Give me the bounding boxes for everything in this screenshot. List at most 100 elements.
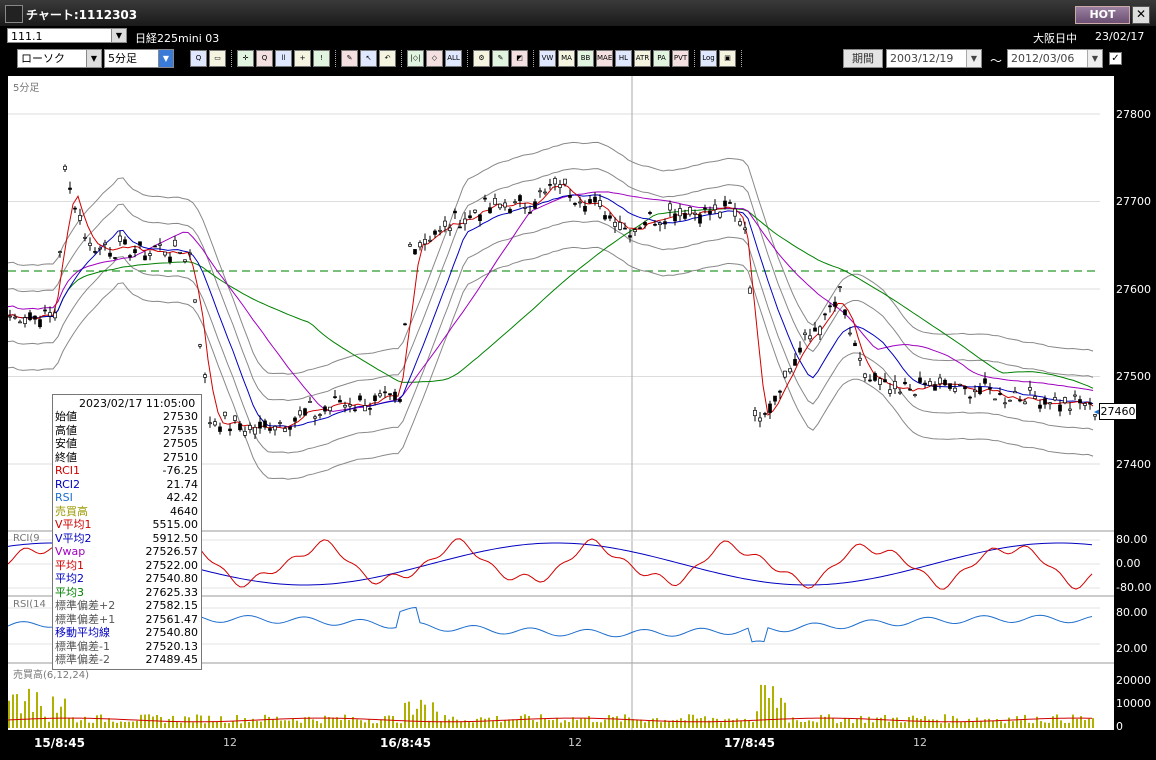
- volume-bar: [224, 722, 226, 728]
- date-to-field[interactable]: 2012/03/06 ▼: [1007, 49, 1103, 68]
- volume-bar: [24, 701, 26, 728]
- scale-out-icon[interactable]: ◇: [426, 50, 443, 67]
- interval-select[interactable]: 5分足 ▼: [104, 49, 174, 68]
- chevron-down-icon[interactable]: ▼: [966, 50, 981, 67]
- volume-bar: [636, 720, 638, 728]
- volume-bar: [772, 686, 774, 728]
- chart-q-icon[interactable]: Q: [256, 50, 273, 67]
- chevron-down-icon[interactable]: ▼: [86, 50, 101, 67]
- volume-bar: [1072, 714, 1074, 728]
- candle-body: [318, 414, 322, 416]
- candle-body: [38, 319, 42, 328]
- data-window-key: Vwap: [55, 545, 86, 558]
- hot-button[interactable]: HOT: [1075, 6, 1130, 24]
- candle-body: [218, 426, 222, 432]
- volume-bar: [980, 720, 982, 728]
- candle-body: [1018, 399, 1022, 402]
- window-icon[interactable]: ▭: [209, 50, 226, 67]
- chart-type-value: ローソク: [21, 52, 65, 65]
- data-window-key: 安値: [55, 437, 77, 450]
- date-from-value: 2003/12/19: [890, 52, 954, 65]
- volume-bar: [448, 719, 450, 728]
- volume-bar: [452, 716, 454, 728]
- undo-icon[interactable]: ↶: [379, 50, 396, 67]
- candle-body: [128, 255, 132, 258]
- data-window-row: 標準偏差-1 27520.13: [53, 640, 201, 653]
- range-checkbox[interactable]: ✓: [1109, 52, 1122, 65]
- indicator-atr-icon[interactable]: ATR: [634, 50, 651, 67]
- crosshair-icon[interactable]: ✛: [237, 50, 254, 67]
- volume-bar: [624, 714, 626, 728]
- chart-split-icon[interactable]: +: [294, 50, 311, 67]
- date-from-field[interactable]: 2003/12/19 ▼: [886, 49, 982, 68]
- volume-bar: [244, 718, 246, 728]
- arrow-cursor-icon[interactable]: ↖: [360, 50, 377, 67]
- data-window-key: 売買高: [55, 504, 88, 518]
- volume-bar: [12, 694, 14, 728]
- candle-body: [98, 247, 102, 250]
- volume-bar: [20, 713, 22, 728]
- chevron-down-icon[interactable]: ▼: [158, 50, 173, 67]
- data-window-key: 標準偏差+1: [55, 612, 116, 626]
- period-button[interactable]: 期間: [843, 49, 883, 68]
- app-icon: [5, 5, 23, 23]
- indicator-hl-icon[interactable]: HL: [615, 50, 632, 67]
- volume-bar: [1040, 721, 1042, 728]
- volume-bar: [104, 721, 106, 728]
- candle-body: [253, 426, 257, 435]
- volume-bar: [372, 723, 374, 728]
- indicator-vw-icon[interactable]: VW: [539, 50, 556, 67]
- settings-icon[interactable]: ⚙: [473, 50, 490, 67]
- chart-bars-icon[interactable]: ll: [275, 50, 292, 67]
- indicator-pa-icon[interactable]: PA: [653, 50, 670, 67]
- candle-body: [698, 214, 702, 224]
- volume-bar: [492, 721, 494, 728]
- candle-body: [328, 406, 332, 412]
- zoom-icon[interactable]: Q: [190, 50, 207, 67]
- volume-bar: [696, 718, 698, 728]
- candle-body: [963, 386, 967, 390]
- export-icon[interactable]: ▣: [719, 50, 736, 67]
- x-label-noon1: 12: [223, 736, 237, 749]
- candle-body: [803, 332, 807, 335]
- close-icon[interactable]: ✕: [1132, 6, 1150, 24]
- volume-bar: [688, 714, 690, 728]
- volume-bar: [112, 721, 114, 728]
- symbol-select[interactable]: 111.1 ▼: [7, 28, 127, 43]
- candle-body: [563, 178, 567, 185]
- all-icon[interactable]: ALL: [445, 50, 462, 67]
- chevron-down-icon[interactable]: ▼: [111, 29, 126, 42]
- volume-bar: [752, 722, 754, 728]
- volume-bar: [484, 718, 486, 728]
- candle-body: [833, 301, 837, 307]
- candle-body: [1028, 387, 1032, 391]
- candle-body: [298, 410, 302, 416]
- data-window-row: 移動平均線 27540.80: [53, 626, 201, 639]
- indicator-ma-icon[interactable]: MA: [558, 50, 575, 67]
- data-window-row: 平均1 27522.00: [53, 559, 201, 572]
- volume-bar: [228, 723, 230, 728]
- x-label-day1: 15/8:45: [34, 736, 85, 750]
- scale-in-icon[interactable]: |◇|: [407, 50, 424, 67]
- data-window-row: 始値 27530: [53, 410, 201, 423]
- color-icon[interactable]: ◩: [511, 50, 528, 67]
- indicator-bb-icon[interactable]: BB: [577, 50, 594, 67]
- indicator-pvt-icon[interactable]: PVT: [672, 50, 689, 67]
- chevron-down-icon[interactable]: ▼: [1087, 50, 1102, 67]
- chart-type-select[interactable]: ローソク ▼: [17, 49, 102, 68]
- chart-lock-icon[interactable]: !: [313, 50, 330, 67]
- candle-body: [158, 243, 162, 246]
- volume-bar: [924, 716, 926, 728]
- wrench-icon[interactable]: ✎: [492, 50, 509, 67]
- data-window-key: 平均1: [55, 558, 84, 572]
- candle-body: [323, 406, 327, 412]
- indicator-mae-icon[interactable]: MAE: [596, 50, 613, 67]
- log-icon[interactable]: Log: [700, 50, 717, 67]
- candle-body: [663, 221, 667, 225]
- volume-bar: [984, 719, 986, 728]
- data-window-value: 27489.45: [145, 653, 199, 666]
- candle-body: [68, 187, 72, 190]
- pencil-icon[interactable]: ✎: [341, 50, 358, 67]
- data-window-row: 終値 27510: [53, 451, 201, 464]
- candle-body: [628, 235, 632, 238]
